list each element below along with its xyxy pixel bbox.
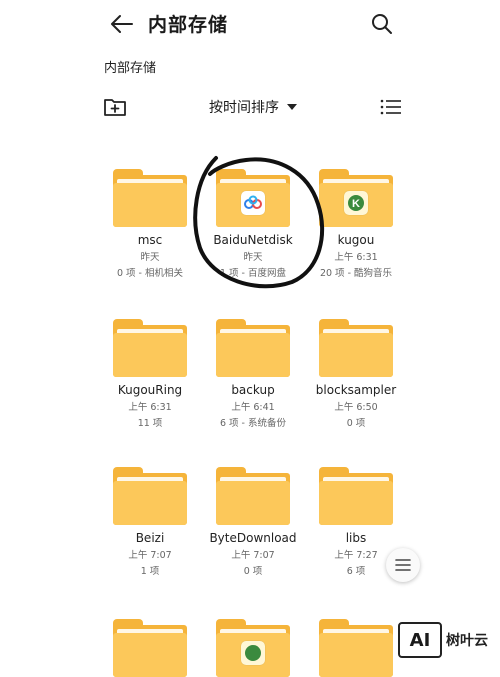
folder-item-partial[interactable]	[306, 619, 406, 677]
toolbar: 按时间排序	[0, 92, 412, 124]
folder-item-partial[interactable]	[100, 619, 200, 677]
sort-dropdown[interactable]: 按时间排序	[209, 97, 297, 117]
folder-date: 上午 6:41	[231, 402, 275, 413]
watermark-text: 树叶云	[446, 633, 488, 649]
folder-name: Beizi	[135, 531, 165, 545]
folder-name: msc	[137, 233, 163, 247]
folder-meta: 1 项	[140, 566, 160, 577]
watermark-logo-text: AI	[409, 629, 431, 651]
baidu-netdisk-icon	[241, 191, 265, 215]
folder-item-backup[interactable]: backup 上午 6:41 6 项 - 系统备份	[203, 319, 303, 429]
breadcrumb[interactable]: 内部存储	[104, 57, 156, 76]
sort-label: 按时间排序	[209, 100, 279, 116]
folder-meta: 20 项 - 酷狗音乐	[319, 268, 393, 279]
folder-date: 上午 7:07	[231, 550, 275, 561]
folder-item-kugouring[interactable]: KugouRing 上午 6:31 11 项	[100, 319, 200, 429]
watermark-logo: AI	[398, 622, 442, 658]
folder-meta: 0 项	[243, 566, 263, 577]
page-title: 内部存储	[148, 14, 229, 36]
folder-icon	[319, 619, 393, 677]
folder-date: 上午 6:50	[334, 402, 378, 413]
folder-icon	[216, 619, 290, 677]
folder-date: 上午 7:07	[128, 550, 172, 561]
folder-icon	[216, 319, 290, 377]
folder-name: BaiduNetdisk	[213, 233, 293, 247]
file-manager-screen: 内部存储 内部存储 按时间排序 msc 昨天 0 项 - 相机相关 BaiduN…	[0, 0, 412, 677]
folder-date: 昨天	[243, 252, 263, 263]
folder-meta: 0 项	[346, 418, 366, 429]
menu-lines-icon	[395, 559, 411, 571]
svg-text:K: K	[352, 198, 360, 210]
app-header: 内部存储	[0, 0, 412, 48]
folder-date: 昨天	[140, 252, 160, 263]
folder-item-baidunetdisk[interactable]: BaiduNetdisk 昨天 1 项 - 百度网盘	[203, 169, 303, 279]
folder-meta: 0 项 - 相机相关	[116, 268, 184, 279]
search-button[interactable]	[368, 10, 396, 38]
folder-name: kugou	[337, 233, 375, 247]
caret-down-icon	[287, 104, 297, 110]
folder-name: ByteDownload	[209, 531, 297, 545]
folder-name: blocksampler	[315, 383, 397, 397]
folder-item-partial-kugou[interactable]	[203, 619, 303, 677]
kugou-icon	[241, 641, 265, 665]
folder-icon	[113, 467, 187, 525]
folder-icon	[113, 169, 187, 227]
fast-scroll-handle[interactable]	[386, 548, 420, 582]
folder-icon: K	[319, 169, 393, 227]
folder-meta: 11 项	[137, 418, 163, 429]
folder-icon	[113, 619, 187, 677]
new-folder-icon	[104, 99, 126, 116]
folder-item-blocksampler[interactable]: blocksampler 上午 6:50 0 项	[306, 319, 406, 429]
folder-meta: 6 项 - 系统备份	[219, 418, 287, 429]
folder-meta: 1 项 - 百度网盘	[219, 268, 287, 279]
folder-grid: msc 昨天 0 项 - 相机相关 BaiduNetdisk 昨天 1 项 - …	[100, 165, 412, 677]
new-folder-button[interactable]	[103, 96, 127, 120]
folder-icon	[319, 319, 393, 377]
folder-icon	[113, 319, 187, 377]
back-button[interactable]	[104, 10, 140, 38]
folder-icon	[216, 169, 290, 227]
folder-name: libs	[345, 531, 367, 545]
arrow-left-icon	[111, 15, 133, 33]
list-view-icon	[380, 99, 401, 115]
watermark: AI 树叶云	[398, 620, 498, 660]
folder-name: backup	[231, 383, 275, 397]
folder-name: KugouRing	[117, 383, 183, 397]
folder-date: 上午 6:31	[334, 252, 378, 263]
folder-icon	[216, 467, 290, 525]
search-icon	[372, 14, 392, 34]
folder-icon	[319, 467, 393, 525]
folder-item-kugou[interactable]: K kugou 上午 6:31 20 项 - 酷狗音乐	[306, 169, 406, 279]
view-toggle-button[interactable]	[380, 97, 402, 119]
folder-item-bytedownload[interactable]: ByteDownload 上午 7:07 0 项	[203, 467, 303, 577]
folder-item-msc[interactable]: msc 昨天 0 项 - 相机相关	[100, 169, 200, 279]
kugou-icon: K	[344, 191, 368, 215]
screen-margin	[412, 0, 500, 667]
folder-date: 上午 6:31	[128, 402, 172, 413]
folder-item-beizi[interactable]: Beizi 上午 7:07 1 项	[100, 467, 200, 577]
